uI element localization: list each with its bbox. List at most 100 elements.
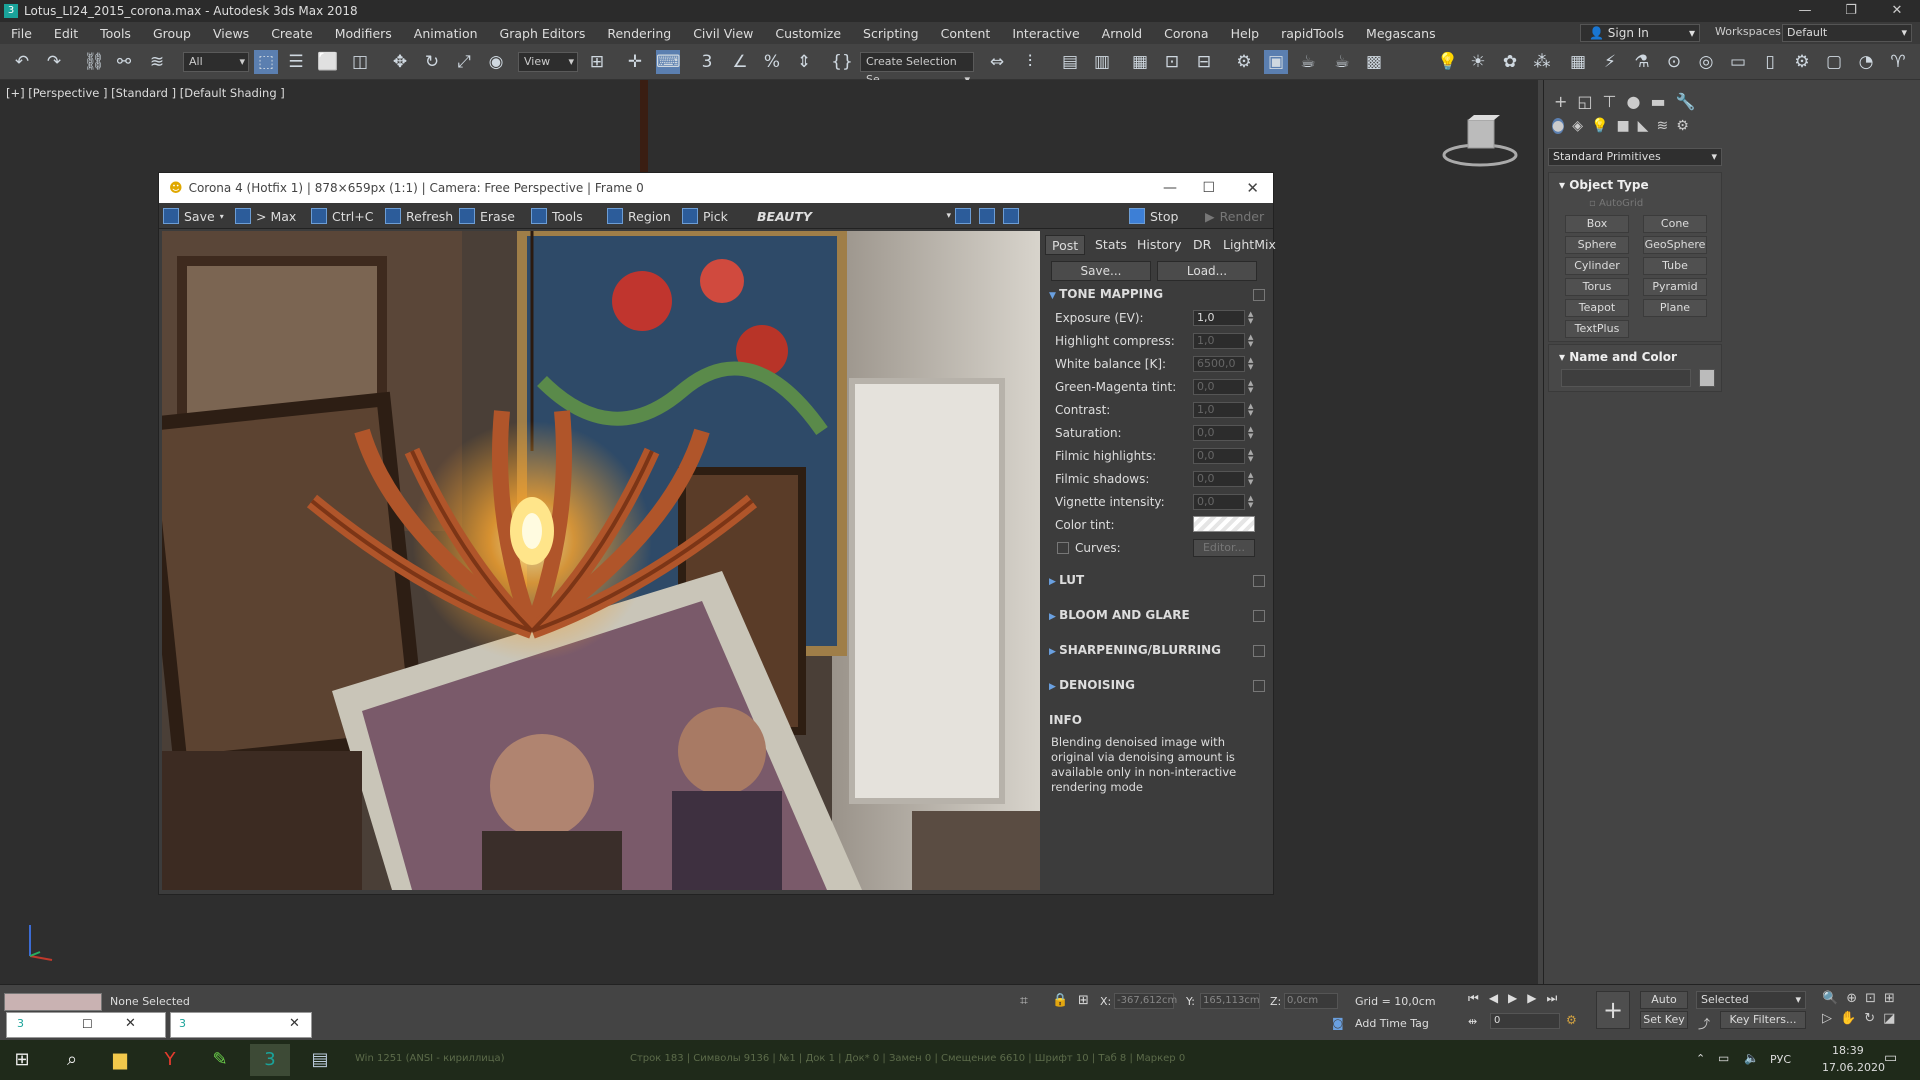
bloom-glare-checkbox[interactable] (1253, 610, 1265, 622)
show-hidden-icons[interactable]: ⌃ (1696, 1052, 1705, 1065)
highlight-compress-spinner[interactable]: ▲ ▼ (1248, 334, 1256, 348)
menu-create[interactable]: Create (260, 26, 324, 41)
maxscript-listener-mini[interactable] (4, 993, 102, 1011)
tab-post[interactable]: Post (1045, 235, 1086, 255)
motion-tab-icon[interactable]: ● (1626, 92, 1640, 111)
rectangular-selection-icon[interactable]: ⬜ (316, 50, 340, 74)
pan-icon[interactable]: ✋ (1840, 1011, 1856, 1026)
filmic-shadows-input[interactable]: 0,0 (1193, 471, 1245, 487)
menu-rapidtools[interactable]: rapidTools (1270, 26, 1355, 41)
filmic-shadows-spinner[interactable]: ▲ ▼ (1248, 472, 1256, 486)
mini-restore-icon[interactable]: ☐ (82, 1017, 93, 1031)
field-of-view-icon[interactable]: ▷ (1822, 1011, 1832, 1026)
minimized-window-2[interactable]: 3 ✕ (170, 1012, 312, 1038)
z-coordinate-input[interactable]: 0,0cm (1284, 993, 1338, 1009)
key-mode-icon[interactable]: ⇹ (1468, 1015, 1477, 1028)
spinner-snap-icon[interactable]: ⇕ (792, 50, 816, 74)
exposure-spinner[interactable]: ▲ ▼ (1248, 311, 1256, 325)
redo-icon[interactable]: ↷ (42, 50, 66, 74)
align-icon[interactable]: ⫶ (1018, 50, 1042, 74)
viewport-icon[interactable]: ▭ (1726, 50, 1750, 74)
snaps-toggle-icon[interactable]: 3 (695, 50, 719, 74)
highlight-compress-input[interactable]: 1,0 (1193, 333, 1245, 349)
mini-close-icon-2[interactable]: ✕ (289, 1016, 300, 1031)
post-load-button[interactable]: Load... (1157, 261, 1257, 281)
object-name-input[interactable] (1561, 369, 1691, 387)
key-set-dropdown[interactable]: Selected ▾ (1696, 991, 1806, 1009)
mirror-icon[interactable]: ⇔ (985, 50, 1009, 74)
zoom-out-icon[interactable] (979, 206, 995, 226)
frame-buffer-icon[interactable]: ▦ (1566, 50, 1590, 74)
place-icon[interactable]: ◉ (484, 50, 508, 74)
lock-selection-icon[interactable]: 🔒 (1052, 993, 1068, 1008)
cone-button[interactable]: Cone (1643, 215, 1707, 233)
camera-icon[interactable]: ⊙ (1662, 50, 1686, 74)
orbit-icon[interactable]: ↻ (1864, 1011, 1875, 1026)
render-pass-dropdown[interactable]: BEAUTY ▾ (757, 206, 951, 226)
y-coordinate-input[interactable]: 165,113cm (1200, 993, 1260, 1009)
vignette-intensity-input[interactable]: 0,0 (1193, 494, 1245, 510)
rotate-icon[interactable]: ↻ (420, 50, 444, 74)
vfb-render-button[interactable]: ▶ Render (1205, 206, 1264, 226)
menu-rendering[interactable]: Rendering (596, 26, 682, 41)
cylinder-button[interactable]: Cylinder (1565, 257, 1629, 275)
minimized-window-1[interactable]: 3 ☐ ✕ (6, 1012, 166, 1038)
sign-in-dropdown[interactable]: 👤 Sign In ▾ (1580, 24, 1700, 42)
zoom-extents-icon[interactable]: ⊡ (1865, 991, 1876, 1006)
menu-help[interactable]: Help (1220, 26, 1271, 41)
tone-mapping-checkbox[interactable] (1253, 289, 1265, 301)
time-tag-icon[interactable]: ◙ (1332, 1016, 1344, 1030)
converter-icon[interactable]: ⚡ (1598, 50, 1622, 74)
tube-button[interactable]: Tube (1643, 257, 1707, 275)
clock-date[interactable]: 17.06.2020 (1822, 1061, 1885, 1074)
select-object-icon[interactable]: ⬚ (254, 50, 278, 74)
vfb-close-button[interactable]: ✕ (1246, 179, 1259, 197)
pivot-center-icon[interactable]: ⊞ (585, 50, 609, 74)
tab-lightmix[interactable]: LightMix (1217, 235, 1282, 255)
maximize-viewport-icon[interactable]: ◪ (1883, 1011, 1895, 1026)
zoom-icon[interactable]: 🔍 (1822, 991, 1838, 1006)
box-button[interactable]: Box (1565, 215, 1629, 233)
render-iterative-icon[interactable]: ☕ (1330, 50, 1354, 74)
play-animation-icon[interactable]: ▶ (1508, 991, 1517, 1006)
clock-time[interactable]: 18:39 (1832, 1044, 1864, 1057)
menu-graph-editors[interactable]: Graph Editors (489, 26, 597, 41)
menu-megascans[interactable]: Megascans (1355, 26, 1447, 41)
tone-mapping-header[interactable]: ▼ TONE MAPPING (1049, 287, 1163, 301)
vignette-intensity-spinner[interactable]: ▲ ▼ (1248, 495, 1256, 509)
denoise-icon[interactable]: ◎ (1694, 50, 1718, 74)
next-frame-icon[interactable]: ▶ (1527, 991, 1536, 1006)
zoom-all-icon[interactable]: ⊕ (1846, 991, 1857, 1006)
percent-snap-icon[interactable]: % (760, 50, 784, 74)
view-icon[interactable]: ◔ (1854, 50, 1878, 74)
tab-dr[interactable]: DR (1187, 235, 1217, 255)
helpers-icon[interactable]: ◣ (1638, 118, 1649, 134)
menu-group[interactable]: Group (142, 26, 202, 41)
white-balance-input[interactable]: 6500,0 (1193, 356, 1245, 372)
menu-content[interactable]: Content (930, 26, 1002, 41)
unlink-icon[interactable]: ⚯ (112, 50, 136, 74)
named-selection-dropdown[interactable]: Create Selection Se▾ (860, 52, 974, 86)
yandex-browser-icon[interactable]: Y (150, 1044, 190, 1076)
minimize-button[interactable]: — (1782, 0, 1828, 22)
document-icon[interactable]: ▤ (300, 1044, 340, 1076)
schematic-view-icon[interactable]: ⊡ (1160, 50, 1184, 74)
select-by-name-icon[interactable]: ☰ (284, 50, 308, 74)
shapes-icon[interactable]: ◈ (1572, 118, 1583, 134)
window-crossing-icon[interactable]: ◫ (348, 50, 372, 74)
vfb-minimize-button[interactable]: — (1163, 180, 1177, 196)
auto-key-button[interactable]: Auto Key (1640, 991, 1688, 1022)
viewcube-icon[interactable] (1440, 115, 1520, 170)
set-key-button[interactable]: Set Key (1640, 1011, 1688, 1029)
textplus-button[interactable]: TextPlus (1565, 320, 1629, 338)
light-icon[interactable]: 💡 (1436, 50, 1460, 74)
mini-close-icon[interactable]: ✕ (125, 1016, 136, 1031)
saturation-spinner[interactable]: ▲ ▼ (1248, 426, 1256, 440)
start-windows-icon[interactable]: ⊞ (2, 1044, 42, 1076)
keyboard-shortcut-override-icon[interactable]: ⌨ (656, 50, 681, 74)
display-tab-icon[interactable]: ▬ (1650, 92, 1665, 111)
angle-snap-icon[interactable]: ∠ (728, 50, 752, 74)
material-editor-icon[interactable]: ⊟ (1192, 50, 1216, 74)
vfb-maximize-button[interactable]: ☐ (1202, 180, 1215, 196)
vfb-save-button[interactable]: Save ▾ (163, 206, 224, 226)
